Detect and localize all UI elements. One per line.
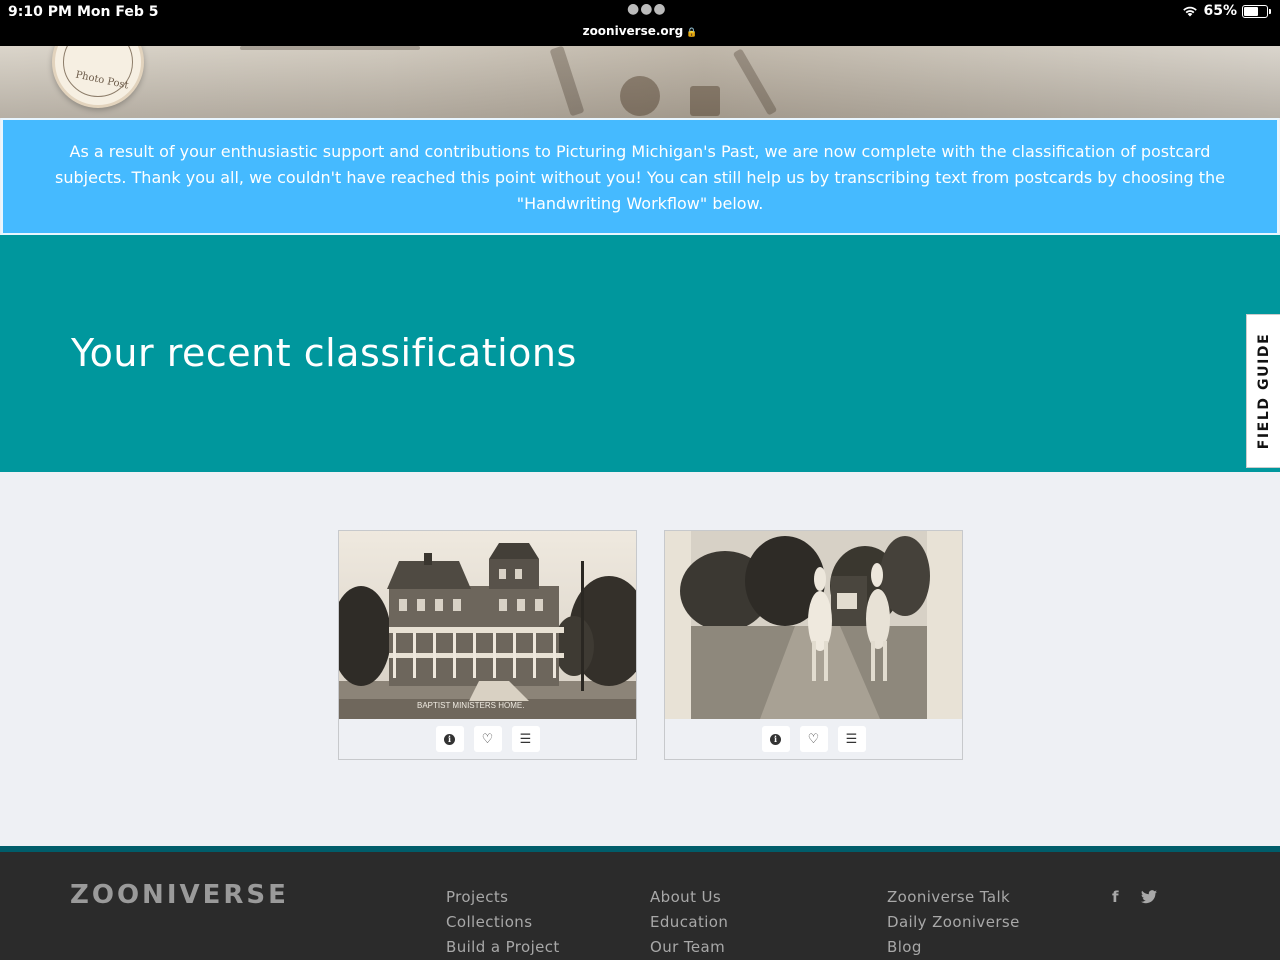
announcement-banner: As a result of your enthusiastic support… <box>1 118 1279 235</box>
facebook-icon[interactable]: f <box>1112 888 1119 906</box>
social-links: f <box>1112 888 1157 906</box>
footer-column-talk: Zooniverse Talk Daily Zooniverse Blog <box>887 888 1020 957</box>
info-icon: i <box>444 733 455 745</box>
list-icon: ☰ <box>519 731 532 747</box>
footer-column-projects: Projects Collections Build a Project <box>446 888 560 957</box>
heart-icon: ♡ <box>807 731 820 747</box>
page-title: Your recent classifications <box>71 331 577 375</box>
footer-link-our-team[interactable]: Our Team <box>650 938 728 957</box>
footer-link-blog[interactable]: Blog <box>887 938 1020 957</box>
footer-link-zooniverse-talk[interactable]: Zooniverse Talk <box>887 888 1020 907</box>
add-to-collection-button[interactable]: ☰ <box>837 726 866 752</box>
status-time: 9:10 PM <box>8 4 72 20</box>
list-icon: ☰ <box>845 731 858 747</box>
card-actions: i ♡ ☰ <box>665 719 962 759</box>
footer-link-about-us[interactable]: About Us <box>650 888 728 907</box>
footer-link-daily-zooniverse[interactable]: Daily Zooniverse <box>887 913 1020 932</box>
address-bar[interactable]: zooniverse.org 🔒 <box>0 24 1280 38</box>
field-guide-label: FIELD GUIDE <box>1255 332 1272 450</box>
house-postcard-image[interactable]: BAPTIST MINISTERS HOME. <box>339 531 636 719</box>
wifi-icon <box>1183 6 1198 17</box>
zooniverse-logo[interactable]: ZOONIVERSE <box>70 880 289 910</box>
favorite-button[interactable]: ♡ <box>473 726 502 752</box>
status-bar: 9:10 PM Mon Feb 5 ●●● zooniverse.org 🔒 65… <box>0 0 1280 46</box>
footer-link-collections[interactable]: Collections <box>446 913 560 932</box>
card-actions: i ♡ ☰ <box>339 719 636 759</box>
info-button[interactable]: i <box>435 726 464 752</box>
classification-card[interactable]: i ♡ ☰ <box>664 530 963 760</box>
footer-link-projects[interactable]: Projects <box>446 888 560 907</box>
lock-icon: 🔒 <box>686 28 698 38</box>
footer-column-about: About Us Education Our Team <box>650 888 728 957</box>
footer-link-education[interactable]: Education <box>650 913 728 932</box>
announcement-text: As a result of your enthusiastic support… <box>55 142 1225 213</box>
info-button[interactable]: i <box>761 726 790 752</box>
postcard-caption: BAPTIST MINISTERS HOME. <box>417 701 524 710</box>
field-guide-tab[interactable]: FIELD GUIDE <box>1246 314 1280 468</box>
heart-icon: ♡ <box>481 731 494 747</box>
project-hero-banner: Photo Post <box>0 46 1280 118</box>
add-to-collection-button[interactable]: ☰ <box>511 726 540 752</box>
recent-classifications-header: Your recent classifications <box>0 235 1280 472</box>
site-footer: ZOONIVERSE Projects Collections Build a … <box>0 852 1280 960</box>
footer-link-build-project[interactable]: Build a Project <box>446 938 560 957</box>
battery-percent: 65% <box>1203 3 1237 19</box>
status-date: Mon Feb 5 <box>77 4 159 20</box>
battery-fill <box>1244 6 1259 16</box>
status-indicators: 65% <box>1182 3 1271 19</box>
url-text: zooniverse.org <box>582 24 684 38</box>
horse-carriage-postcard-image[interactable] <box>665 531 962 719</box>
classification-card[interactable]: BAPTIST MINISTERS HOME. i ♡ ☰ <box>338 530 637 760</box>
twitter-icon[interactable] <box>1140 890 1157 904</box>
more-dots-icon[interactable]: ●●● <box>627 1 667 17</box>
info-icon: i <box>770 733 781 745</box>
favorite-button[interactable]: ♡ <box>799 726 828 752</box>
battery-icon <box>1242 4 1271 18</box>
